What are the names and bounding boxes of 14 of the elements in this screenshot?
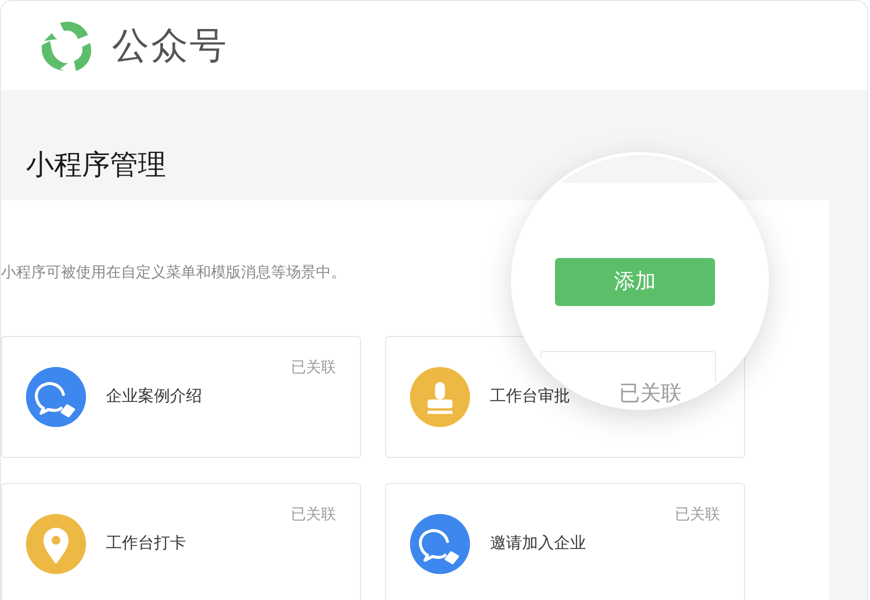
linked-status: 已关联	[619, 381, 682, 407]
linked-status: 已关联	[291, 358, 336, 378]
mini-program-card[interactable]: 邀请加入企业 已关联	[385, 483, 745, 600]
mini-program-card[interactable]: 工作台打卡 已关联	[1, 483, 361, 600]
mini-program-name: 企业案例介绍	[106, 386, 202, 407]
mini-program-name: 邀请加入企业	[490, 534, 586, 554]
linked-status: 已关联	[675, 505, 720, 525]
linked-status: 已关联	[291, 505, 336, 525]
mini-program-card[interactable]: 企业案例介绍 已关联	[1, 336, 361, 458]
mini-program-name: 工作台打卡	[106, 534, 186, 554]
description-text: 小程序可被使用在自定义菜单和模版消息等场景中。	[1, 263, 346, 283]
mini-program-name: 工作台审批	[490, 386, 570, 407]
app-title: 公众号	[112, 24, 229, 68]
page-title: 小程序管理	[25, 148, 167, 182]
